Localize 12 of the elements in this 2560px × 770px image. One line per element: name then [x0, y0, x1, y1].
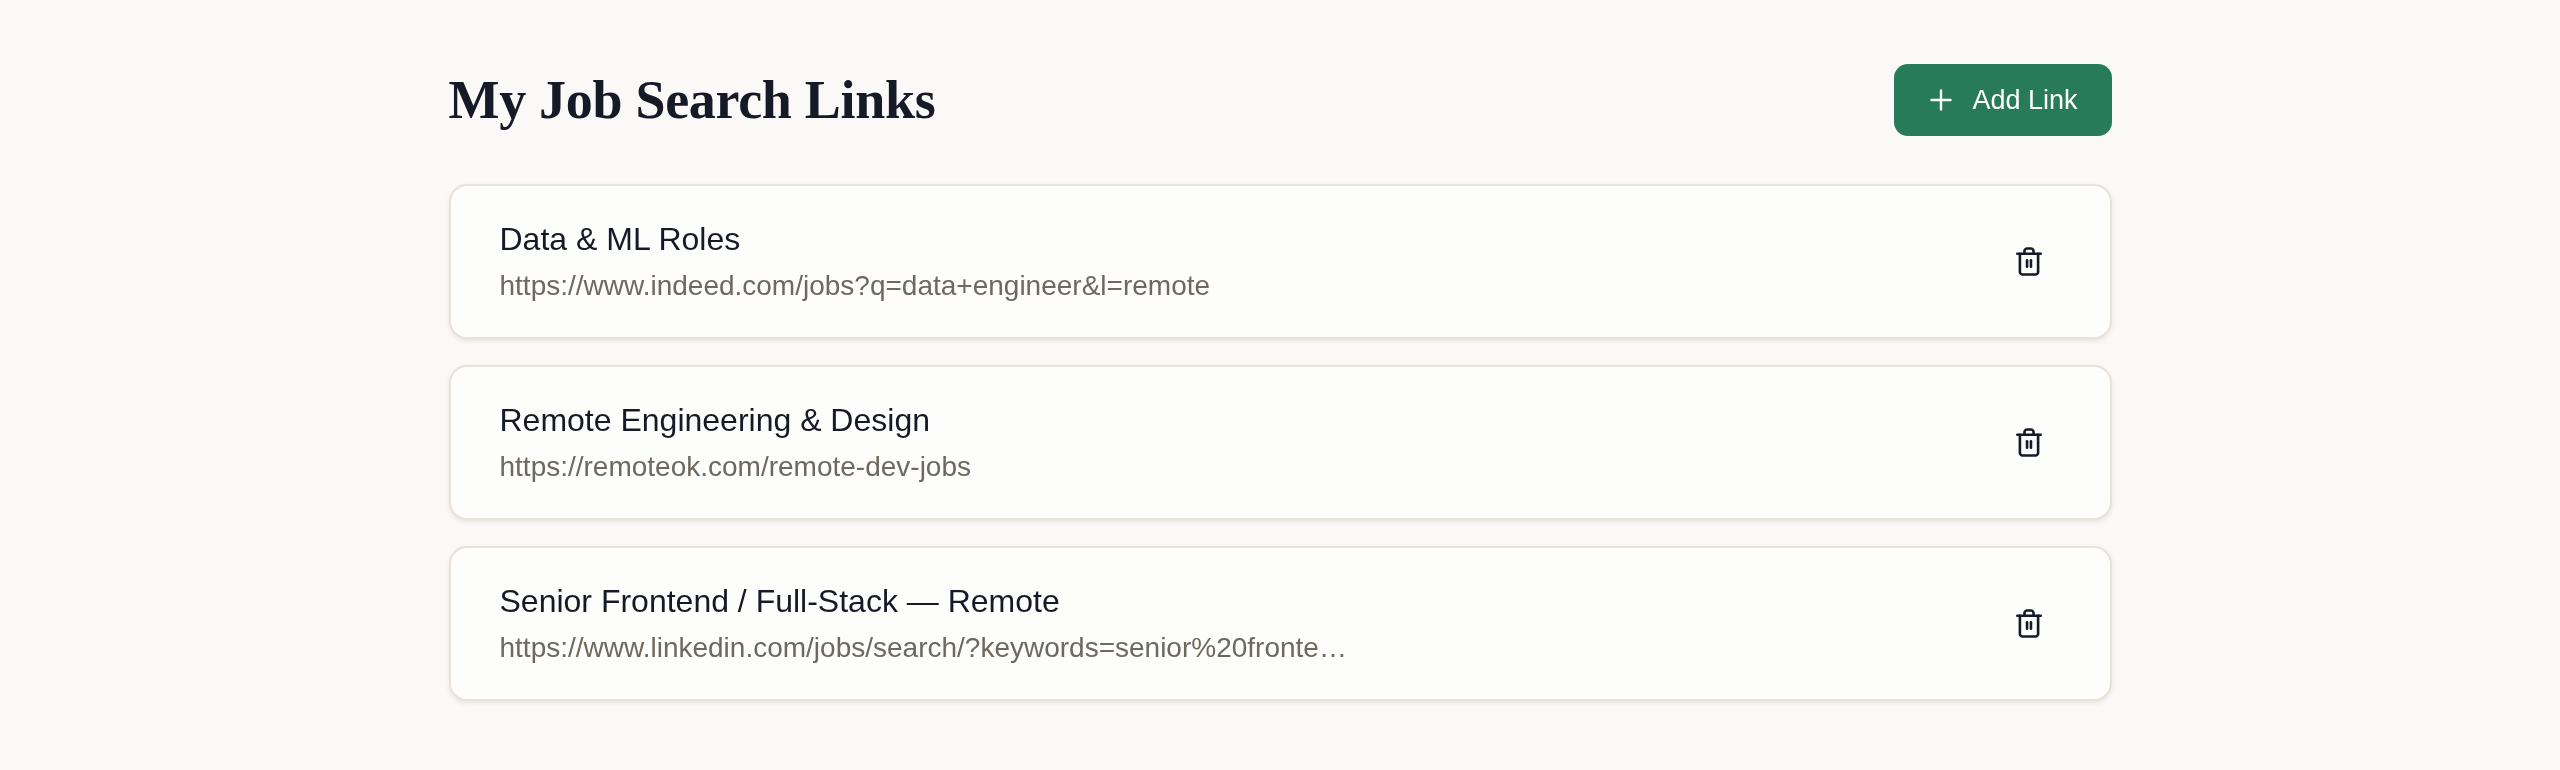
link-title: Senior Frontend / Full-Stack — Remote — [499, 582, 1061, 620]
plus-icon — [1930, 89, 1953, 111]
link-title: Data & ML Roles — [499, 220, 742, 258]
trash-icon — [2015, 428, 2042, 457]
link-title: Remote Engineering & Design — [499, 401, 931, 439]
add-link-button[interactable]: Add Link — [1894, 64, 2112, 136]
link-url[interactable]: https://www.indeed.com/jobs?q=data+engineer&l=remote — [499, 269, 1211, 303]
page-title: My Job Search Links — [448, 69, 936, 131]
trash-icon — [2015, 609, 2042, 638]
trash-icon — [2015, 247, 2042, 276]
link-url[interactable]: https://www.linkedin.com/jobs/search/?keywords=senior%20fronte… — [499, 631, 1347, 665]
link-url[interactable]: https://remoteok.com/remote-dev-jobs — [499, 450, 971, 484]
